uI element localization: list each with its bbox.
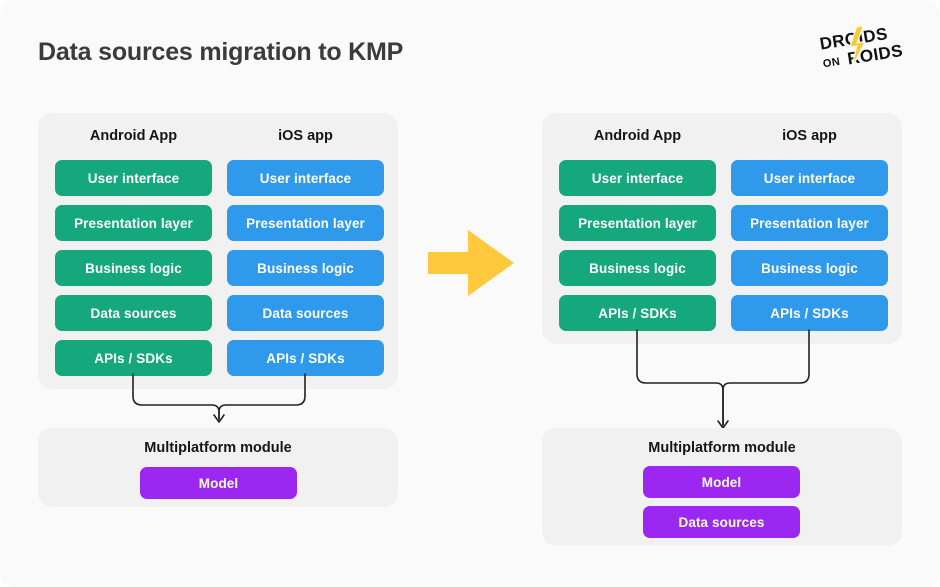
svg-text:ON: ON [822,56,841,71]
after-module-title: Multiplatform module [648,440,796,456]
right-arrow-icon [428,230,514,296]
after-ios-layer-business-logic[interactable]: Business logic [731,250,888,286]
before-ios-layer-data-sources[interactable]: Data sources [227,295,384,331]
before-ios-layer-business-logic[interactable]: Business logic [227,250,384,286]
page-title: Data sources migration to KMP [38,38,404,66]
after-android-layer-apis-sdks[interactable]: APIs / SDKs [559,295,716,331]
before-android-layer-user-interface[interactable]: User interface [55,160,212,196]
after-ios-column-title: iOS app [782,128,837,144]
after-connector-arrow [636,329,810,429]
before-android-layer-business-logic[interactable]: Business logic [55,250,212,286]
after-module-layer-data-sources[interactable]: Data sources [643,506,800,538]
droids-on-roids-logo: DROIDS ON ROIDS [814,24,912,72]
before-ios-layer-presentation-layer[interactable]: Presentation layer [227,205,384,241]
after-android-layer-user-interface[interactable]: User interface [559,160,716,196]
after-ios-layer-user-interface[interactable]: User interface [731,160,888,196]
before-android-layer-presentation-layer[interactable]: Presentation layer [55,205,212,241]
after-android-layer-presentation-layer[interactable]: Presentation layer [559,205,716,241]
after-ios-layer-presentation-layer[interactable]: Presentation layer [731,205,888,241]
after-android-column-title: Android App [593,128,682,144]
before-ios-layer-user-interface[interactable]: User interface [227,160,384,196]
before-module-layer-model[interactable]: Model [140,467,297,499]
before-connector-arrow [132,373,306,423]
before-ios-layer-apis-sdks[interactable]: APIs / SDKs [227,340,384,376]
before-android-layer-apis-sdks[interactable]: APIs / SDKs [55,340,212,376]
before-android-layer-data-sources[interactable]: Data sources [55,295,212,331]
after-ios-layer-apis-sdks[interactable]: APIs / SDKs [731,295,888,331]
diagram-canvas: Data sources migration to KMP DROIDS ON … [0,0,940,587]
after-android-layer-business-logic[interactable]: Business logic [559,250,716,286]
before-module-title: Multiplatform module [144,440,292,456]
after-module-layer-model[interactable]: Model [643,466,800,498]
before-android-column-title: Android App [89,128,178,144]
before-ios-column-title: iOS app [278,128,333,144]
